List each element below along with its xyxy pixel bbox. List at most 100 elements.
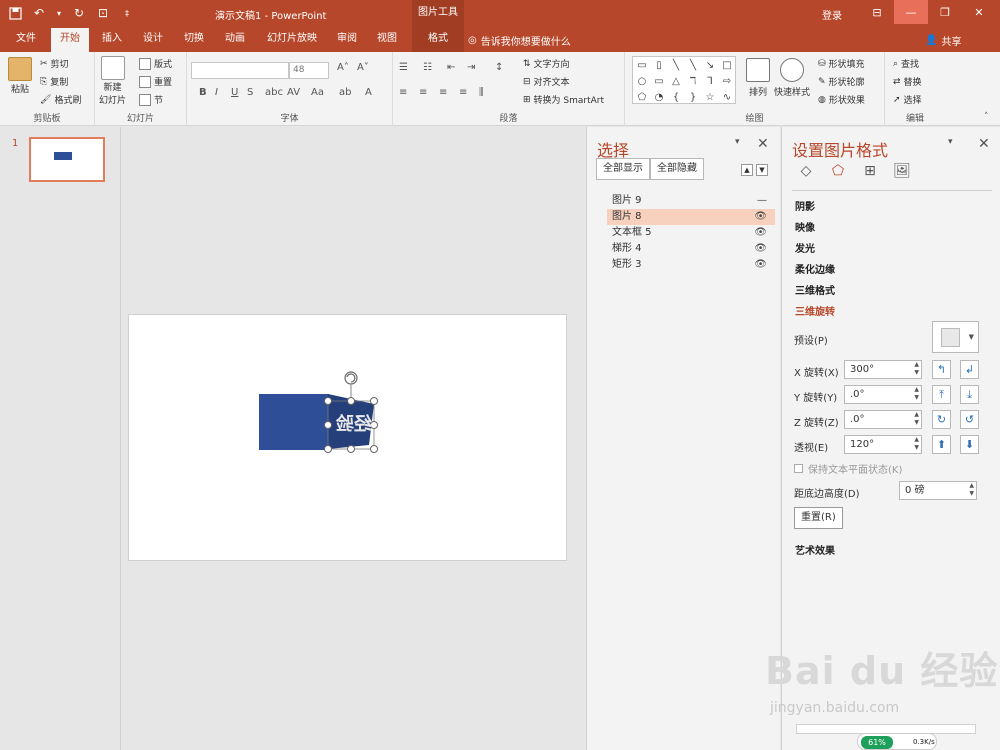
- columns-icon[interactable]: ⫼: [479, 87, 484, 98]
- layout-button[interactable]: 版式: [139, 57, 172, 70]
- rotate-down-icon[interactable]: ⤓: [960, 385, 979, 404]
- align-right-icon[interactable]: ≡: [439, 87, 447, 98]
- rotate-handle-icon[interactable]: [344, 371, 358, 397]
- justify-icon[interactable]: ≡: [459, 87, 467, 98]
- reset-button[interactable]: 重置(R): [794, 507, 843, 529]
- change-case-icon[interactable]: Aa: [311, 87, 324, 98]
- layer-item[interactable]: 矩形 3 👁: [607, 257, 775, 273]
- decrease-perspective-icon[interactable]: ⬇: [960, 435, 979, 454]
- oval-shape-icon[interactable]: ○: [635, 75, 649, 87]
- numbering-icon[interactable]: ☷: [423, 62, 432, 73]
- grow-font-icon[interactable]: A˄: [337, 62, 349, 73]
- z-rotation-input[interactable]: .0° ▲ ▼: [844, 410, 922, 429]
- increase-perspective-icon[interactable]: ⬆: [932, 435, 951, 454]
- text-direction-button[interactable]: ⇅ 文字方向: [523, 57, 570, 71]
- format-painter-button[interactable]: 🖌 格式刷: [40, 93, 81, 107]
- rotate-right-icon[interactable]: ↲: [960, 360, 979, 379]
- keep-text-flat-checkbox[interactable]: 保持文本平面状态(K): [794, 461, 902, 476]
- bullets-icon[interactable]: ☰: [399, 62, 408, 73]
- strikethrough-icon[interactable]: abc: [265, 87, 283, 98]
- shape-fill-button[interactable]: ⛁ 形状填充: [818, 57, 865, 71]
- customize-qat-icon[interactable]: ‡: [120, 6, 134, 20]
- line-shape-icon[interactable]: ╲: [669, 59, 683, 71]
- shrink-font-icon[interactable]: A˅: [357, 62, 369, 73]
- close-format-pane-icon[interactable]: ✕: [978, 136, 990, 152]
- shapes-gallery[interactable]: ▭ ▯ ╲ ╲ ↘ □ ○ ▭ △ ℸ ⅂ ⇨ ⬠ ◔ { } ☆ ∿: [632, 56, 736, 104]
- section-3d-format[interactable]: 三维格式: [795, 282, 835, 297]
- vertical-textbox-shape-icon[interactable]: ▯: [652, 59, 666, 71]
- right-arrow-shape-icon[interactable]: ⇨: [720, 75, 734, 87]
- rotate-left-icon[interactable]: ↰: [932, 360, 951, 379]
- textbox-shape-icon[interactable]: ▭: [635, 59, 649, 71]
- perspective-input[interactable]: 120° ▲ ▼: [844, 435, 922, 454]
- font-size-input[interactable]: 48: [289, 62, 329, 79]
- eye-icon[interactable]: 👁: [754, 257, 767, 273]
- spinner-arrows-icon[interactable]: ▲ ▼: [914, 361, 919, 377]
- picture-icon[interactable]: 🖼: [892, 161, 912, 181]
- elbow-connector-icon[interactable]: ℸ: [686, 75, 700, 87]
- share-button[interactable]: 👤 共享: [925, 33, 961, 48]
- x-rotation-input[interactable]: 300° ▲ ▼: [844, 360, 922, 379]
- section-button[interactable]: 节: [139, 93, 163, 106]
- rotate-up-icon[interactable]: ⤒: [932, 385, 951, 404]
- preset-dropdown[interactable]: ▼: [932, 321, 979, 353]
- login-link[interactable]: 登录: [822, 7, 842, 22]
- size-properties-icon[interactable]: ⊞: [860, 161, 880, 181]
- line-spacing-icon[interactable]: ↕: [495, 62, 503, 73]
- select-button[interactable]: ➚ 选择: [893, 93, 922, 107]
- triangle-shape-icon[interactable]: △: [669, 75, 683, 87]
- eye-icon[interactable]: 👁: [754, 225, 767, 241]
- elbow-arrow-icon[interactable]: ⅂: [703, 75, 717, 87]
- tab-review[interactable]: 审阅: [333, 28, 361, 52]
- spinner-arrows-icon[interactable]: ▲ ▼: [914, 386, 919, 402]
- bring-forward-icon[interactable]: ▲: [741, 164, 753, 176]
- rect-shape-icon[interactable]: ▭: [652, 75, 666, 87]
- hide-all-button[interactable]: 全部隐藏: [650, 158, 704, 180]
- star-shape-icon[interactable]: ☆: [703, 91, 717, 103]
- save-icon[interactable]: [8, 6, 22, 20]
- network-widget[interactable]: 61% 0.3K/s: [857, 733, 937, 750]
- tab-insert[interactable]: 插入: [98, 28, 126, 52]
- shape-outline-button[interactable]: ✎ 形状轮廓: [818, 75, 865, 89]
- shadow-text-icon[interactable]: S: [247, 87, 253, 98]
- align-left-icon[interactable]: ≡: [399, 87, 407, 98]
- line-shape-2-icon[interactable]: ╲: [686, 59, 700, 71]
- eye-icon[interactable]: 👁: [754, 209, 767, 225]
- layer-item[interactable]: 图片 9 —: [607, 193, 775, 209]
- hidden-dash-icon[interactable]: —: [757, 193, 767, 209]
- rectangle-shape[interactable]: [259, 394, 329, 450]
- spinner-arrows-icon[interactable]: ▲ ▼: [914, 411, 919, 427]
- tab-animations[interactable]: 动画: [221, 28, 249, 52]
- send-backward-icon[interactable]: ▼: [756, 164, 768, 176]
- effects-pentagon-icon[interactable]: ⬠: [828, 161, 848, 181]
- pane-options-icon[interactable]: ▾: [735, 137, 740, 147]
- tab-home[interactable]: 开始: [51, 28, 89, 52]
- section-reflection[interactable]: 映像: [795, 219, 815, 234]
- spinner-arrows-icon[interactable]: ▲ ▼: [969, 482, 974, 498]
- underline-icon[interactable]: U: [231, 87, 238, 98]
- section-artistic-effects[interactable]: 艺术效果: [795, 542, 835, 557]
- brace-shape-icon[interactable]: {: [669, 91, 683, 103]
- reset-slide-button[interactable]: 重置: [139, 75, 172, 88]
- tab-format[interactable]: 格式: [412, 28, 464, 52]
- redo-icon[interactable]: ↻: [72, 6, 86, 20]
- tab-design[interactable]: 设计: [139, 28, 167, 52]
- highlight-icon[interactable]: ab: [339, 87, 351, 98]
- cut-button[interactable]: ✂ 剪切: [40, 57, 69, 71]
- find-button[interactable]: ⌕ 查找: [893, 57, 919, 71]
- align-center-icon[interactable]: ≡: [419, 87, 427, 98]
- font-name-input[interactable]: [191, 62, 289, 79]
- restore-button[interactable]: ❐: [928, 0, 962, 24]
- collapse-ribbon-icon[interactable]: ˄: [984, 112, 989, 122]
- rotate-clockwise-icon[interactable]: ↻: [932, 410, 951, 429]
- curve-shape-icon[interactable]: ∿: [720, 91, 734, 103]
- show-all-button[interactable]: 全部显示: [596, 158, 650, 180]
- pane-options-icon[interactable]: ▾: [948, 137, 953, 147]
- brace-shape-2-icon[interactable]: }: [686, 91, 700, 103]
- start-presentation-icon[interactable]: ⊡: [96, 6, 110, 20]
- fill-line-icon[interactable]: ◇: [796, 161, 816, 181]
- section-soft-edges[interactable]: 柔化边缘: [795, 261, 835, 276]
- tab-file[interactable]: 文件: [12, 28, 40, 52]
- layer-item-selected[interactable]: 图片 8 👁: [607, 209, 775, 225]
- slide-canvas[interactable]: 经验: [128, 314, 567, 561]
